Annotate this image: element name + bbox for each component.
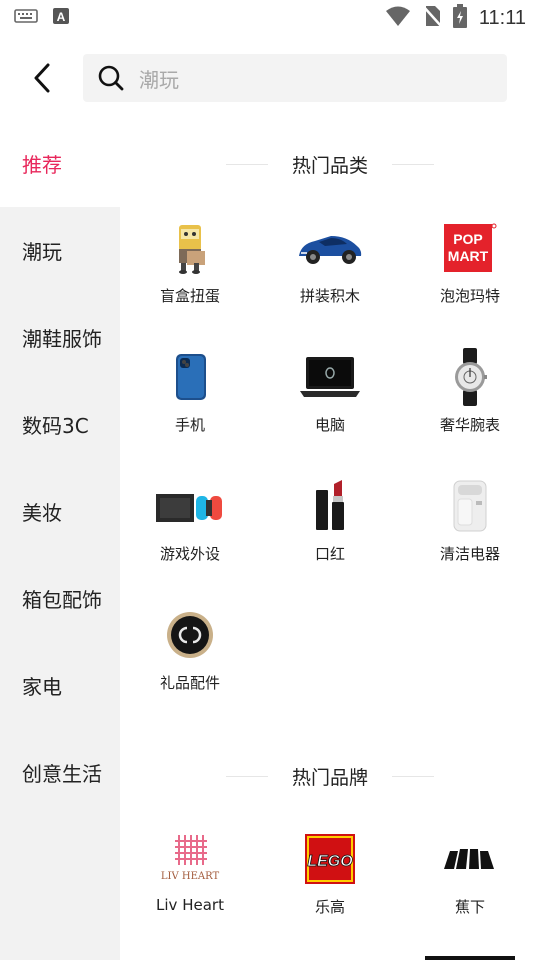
category-sidebar: 推荐 潮玩 潮鞋服饰 数码3C 美妆 箱包配饰 家电 创意生活 xyxy=(0,120,120,960)
pop-mart-logo-text: MART xyxy=(448,248,489,264)
status-bar: A 11:11 xyxy=(0,0,540,36)
category-item-gift-accessories[interactable]: 礼品配件 xyxy=(120,605,260,715)
sidebar-item-creative-life[interactable]: 创意生活 xyxy=(0,729,120,816)
category-label: 电脑 xyxy=(314,416,345,434)
divider xyxy=(225,163,268,165)
lego-logo-text: LEGO xyxy=(307,853,353,870)
search-icon xyxy=(98,65,124,91)
sidebar-item-bags-accessories[interactable]: 箱包配饰 xyxy=(0,555,120,642)
font-icon: A xyxy=(52,7,70,29)
brand-item-bananain[interactable]: 蕉下 xyxy=(400,829,540,939)
sidebar-item-label: 潮鞋服饰 xyxy=(22,327,102,351)
lipstick-icon xyxy=(290,476,370,536)
sidebar-item-digital-3c[interactable]: 数码3C xyxy=(0,381,120,468)
sidebar-item-shoes-apparel[interactable]: 潮鞋服饰 xyxy=(0,294,120,381)
building-blocks-car-icon xyxy=(290,218,370,278)
category-label: 泡泡玛特 xyxy=(439,287,500,305)
top-bar: 潮玩 xyxy=(0,54,540,102)
gift-accessory-icon xyxy=(150,605,230,665)
hot-brands-header: 热门品牌 xyxy=(120,756,540,796)
blind-box-icon xyxy=(150,218,230,278)
brand-label: Liv Heart xyxy=(156,896,224,914)
lego-logo: LEGO xyxy=(290,829,370,889)
category-label: 盲盒扭蛋 xyxy=(159,287,220,305)
sidebar-item-beauty[interactable]: 美妆 xyxy=(0,468,120,555)
sidebar-item-trendy-toys[interactable]: 潮玩 xyxy=(0,207,120,294)
category-item-computer[interactable]: 电脑 xyxy=(260,347,400,457)
search-query: 潮玩 xyxy=(139,67,179,92)
category-item-lipstick[interactable]: 口红 xyxy=(260,476,400,586)
category-item-gaming-peripherals[interactable]: 游戏外设 xyxy=(120,476,260,586)
brand-label: 蕉下 xyxy=(454,898,485,916)
sidebar-item-label: 数码3C xyxy=(22,414,89,438)
search-input[interactable]: 潮玩 xyxy=(83,54,507,102)
wifi-icon xyxy=(385,5,411,31)
section-title: 热门品类 xyxy=(291,154,368,177)
category-item-luxury-watch[interactable]: 奢华腕表 xyxy=(400,347,540,457)
category-item-cleaning-appliance[interactable]: 清洁电器 xyxy=(400,476,540,586)
liv-heart-logo-text: LIV HEART xyxy=(161,871,220,882)
hot-categories-header: 热门品类 xyxy=(120,144,540,184)
watch-icon xyxy=(430,347,510,407)
category-label: 礼品配件 xyxy=(159,674,220,692)
category-label: 拼装积木 xyxy=(299,287,360,305)
keyboard-icon xyxy=(14,8,38,28)
sidebar-item-label: 潮玩 xyxy=(22,240,62,264)
brand-item-lego[interactable]: LEGO 乐高 xyxy=(260,829,400,939)
no-sim-icon xyxy=(421,5,442,31)
svg-text:A: A xyxy=(57,10,66,24)
category-item-phone[interactable]: 手机 xyxy=(120,347,260,457)
pop-mart-logo: POP MART xyxy=(430,218,510,278)
liv-heart-logo: LIV HEART xyxy=(150,829,230,889)
sidebar-item-label: 创意生活 xyxy=(22,762,102,786)
category-label: 口红 xyxy=(314,545,345,563)
section-title: 热门品牌 xyxy=(291,766,368,789)
home-indicator xyxy=(425,956,515,960)
category-item-pop-mart[interactable]: POP MART 泡泡玛特 xyxy=(400,218,540,328)
clock: 11:11 xyxy=(478,6,526,29)
category-label: 游戏外设 xyxy=(159,545,220,563)
game-console-icon xyxy=(150,476,230,536)
bananain-logo xyxy=(430,829,510,889)
divider xyxy=(225,775,268,777)
brand-item-liv-heart[interactable]: LIV HEART Liv Heart xyxy=(120,829,260,939)
cleaning-appliance-icon xyxy=(430,476,510,536)
sidebar-item-appliances[interactable]: 家电 xyxy=(0,642,120,729)
divider xyxy=(392,775,434,777)
pop-mart-logo-text: POP xyxy=(453,231,483,247)
battery-icon xyxy=(452,4,467,32)
sidebar-item-label: 美妆 xyxy=(22,501,62,525)
category-label: 清洁电器 xyxy=(439,545,500,563)
category-label: 奢华腕表 xyxy=(439,416,500,434)
chevron-left-icon xyxy=(34,63,50,93)
category-item-building-blocks[interactable]: 拼装积木 xyxy=(260,218,400,328)
sidebar-background xyxy=(0,816,120,960)
sidebar-item-label: 推荐 xyxy=(22,153,62,177)
phone-icon xyxy=(150,347,230,407)
category-item-blind-box[interactable]: 盲盒扭蛋 xyxy=(120,218,260,328)
sidebar-item-label: 箱包配饰 xyxy=(22,588,102,612)
brand-label: 乐高 xyxy=(314,898,345,916)
laptop-icon xyxy=(290,347,370,407)
sidebar-item-label: 家电 xyxy=(22,675,62,699)
category-label: 手机 xyxy=(174,416,205,434)
sidebar-item-recommend[interactable]: 推荐 xyxy=(0,120,120,207)
back-button[interactable] xyxy=(22,58,62,98)
divider xyxy=(392,163,434,165)
category-content: 热门品类 盲盒扭蛋 拼装积木 POP MART 泡泡玛特 手机 电脑 奢华腕表 … xyxy=(120,120,540,960)
